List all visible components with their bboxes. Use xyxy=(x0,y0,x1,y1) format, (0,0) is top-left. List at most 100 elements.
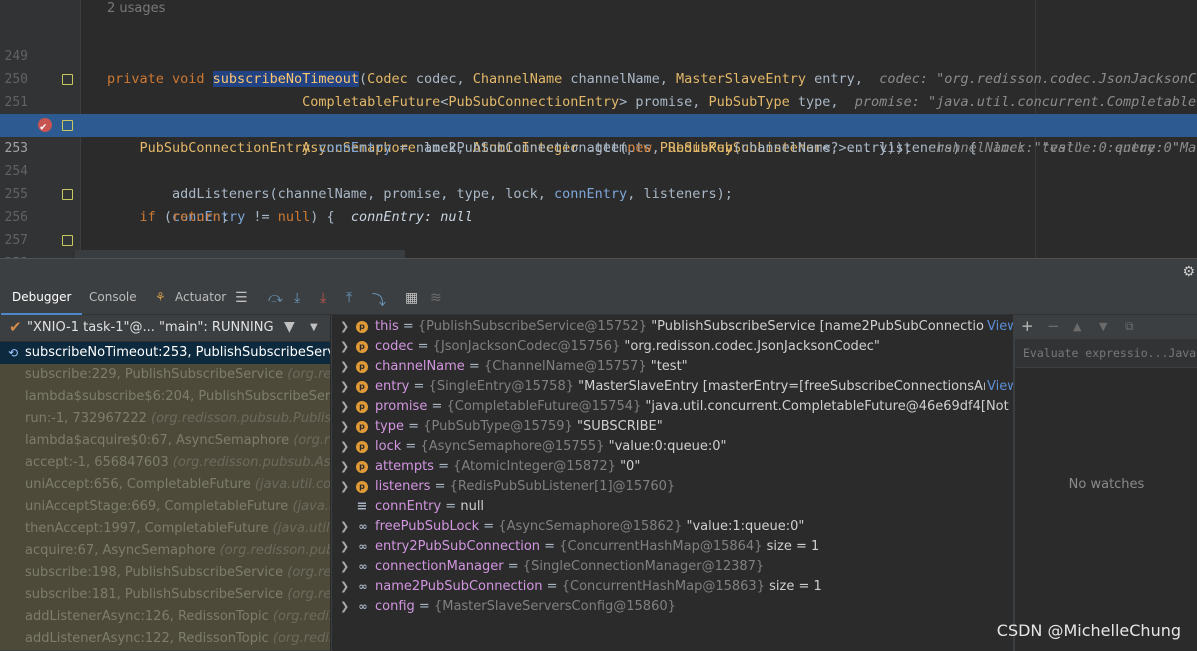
expand-chevron-icon[interactable]: ❯ xyxy=(340,477,349,497)
expand-chevron-icon[interactable]: ❯ xyxy=(340,517,349,537)
stack-frame[interactable]: subscribe:198, PublishSubscribeService (… xyxy=(0,562,330,584)
tab-actuator[interactable]: Actuator xyxy=(175,290,226,304)
expand-chevron-icon[interactable]: ❯ xyxy=(340,577,349,597)
chevron-down-icon[interactable]: ▼ xyxy=(310,322,318,333)
variable-name: connEntry xyxy=(375,499,442,514)
stack-frame[interactable]: accept:-1, 656847603 (org.redisson.pubsu… xyxy=(0,452,330,474)
expand-chevron-icon[interactable]: ❯ xyxy=(340,537,349,557)
parameter-icon: p xyxy=(356,461,368,473)
variable-row[interactable]: ≡ connEntry = null xyxy=(332,497,1013,517)
thread-selector[interactable]: ✔ "XNIO-1 task-1"@... "main": RUNNING ▼ … xyxy=(0,315,330,342)
view-link[interactable]: View xyxy=(985,317,1013,337)
step-into-icon[interactable]: ⤓ xyxy=(320,290,326,306)
code-line[interactable]: 258 freePubSubLock.acquire(() -> { xyxy=(0,229,1197,258)
fold-icon[interactable] xyxy=(62,74,73,85)
move-up-icon[interactable]: ▲ xyxy=(1073,320,1081,333)
settings-gear-icon[interactable]: ⚙ xyxy=(1182,264,1195,280)
horizontal-scrollbar[interactable] xyxy=(75,250,405,258)
stack-frame[interactable]: thenAccept:1997, CompletableFuture (java… xyxy=(0,518,330,540)
evaluate-expression-icon[interactable]: ▦ xyxy=(405,290,418,306)
expand-chevron-icon[interactable]: ❯ xyxy=(340,397,349,417)
stack-frame[interactable]: subscribe:229, PublishSubscribeService (… xyxy=(0,364,330,386)
stack-frame[interactable]: acquire:67, AsyncSemaphore (org.redisson… xyxy=(0,540,330,562)
code-line[interactable]: 249 private void subscribeNoTimeout(Code… xyxy=(0,22,1197,87)
stack-frame[interactable]: addListenerAsync:122, RedissonTopic (org… xyxy=(0,628,330,650)
stack-frame[interactable]: uniAccept:656, CompletableFuture (java.u… xyxy=(0,474,330,496)
expand-chevron-icon[interactable]: ❯ xyxy=(340,417,349,437)
code-line[interactable]: 256 } xyxy=(0,183,1197,258)
frame-method: addListenerAsync:122, RedissonTopic xyxy=(25,631,269,646)
code-line[interactable]: 255 return; xyxy=(0,160,1197,225)
tab-debugger[interactable]: Debugger xyxy=(0,290,83,316)
tab-console[interactable]: Console xyxy=(89,290,137,304)
code-line[interactable]: 251 AsyncSemaphore lock, AtomicInteger a… xyxy=(0,68,1197,156)
code-line[interactable]: 257 xyxy=(0,206,1197,248)
variable-row[interactable]: ❯ ∞ entry2PubSubConnection = {ConcurrentHa… xyxy=(332,537,1013,557)
frame-package: (org.redisson.pubsub) xyxy=(293,433,330,448)
run-to-cursor-icon[interactable]: ⤵ xyxy=(372,290,386,310)
step-over-icon[interactable]: ⤓ xyxy=(294,290,300,306)
variable-row[interactable]: ❯ ∞ freePubSubLock = {AsyncSemaphore@15862… xyxy=(332,517,1013,537)
add-watch-icon[interactable]: + xyxy=(1021,317,1034,335)
duplicate-watch-icon[interactable]: ⧉ xyxy=(1125,319,1134,334)
expand-chevron-icon[interactable]: ❯ xyxy=(340,357,349,377)
view-link[interactable]: View xyxy=(985,377,1013,397)
variable-row[interactable]: ❯ p attempts = {AtomicInteger@15872} "0" xyxy=(332,457,1013,477)
frame-package: (org.redisson.pubsub) xyxy=(219,543,330,558)
field-watch-icon: ∞ xyxy=(358,600,368,613)
watches-toolbar: + − ▲ ▼ ⧉ xyxy=(1015,315,1197,339)
variable-row[interactable]: ❯ ∞ config = {MasterSlaveServersConfig@158… xyxy=(332,597,1013,617)
code-line[interactable]: 254 addListeners(channelName, promise, t… xyxy=(0,137,1197,202)
breakpoint-icon[interactable] xyxy=(38,115,52,138)
variable-row[interactable]: ❯ ∞ connectionManager = {SingleConnectionM… xyxy=(332,557,1013,577)
no-watches-text: No watches xyxy=(1068,477,1145,492)
variable-type: {JsonJacksonCodec@15756} xyxy=(432,339,621,354)
evaluate-expression-input[interactable]: Evaluate expressio...Java xyxy=(1015,339,1197,368)
stack-frame[interactable]: uniAcceptStage:669, CompletableFuture (j… xyxy=(0,496,330,518)
stack-frame[interactable]: ⟲ subscribeNoTimeout:253, PublishSubscrib… xyxy=(0,342,330,364)
usages-hint[interactable]: 2 usages xyxy=(107,1,165,16)
show-execution-point-icon[interactable]: ⤼ xyxy=(268,290,283,306)
remove-watch-icon[interactable]: − xyxy=(1047,317,1060,335)
stack-frame[interactable]: run:-1, 732967222 (org.redisson.pubsub.P… xyxy=(0,408,330,430)
step-out-icon[interactable]: ⤒ xyxy=(346,290,352,306)
fold-icon[interactable] xyxy=(62,120,73,131)
variable-row[interactable]: ❯ p this = {PublishSubscribeService@15752}… xyxy=(332,317,1013,337)
variable-row[interactable]: ❯ p entry = {SingleEntry@15758} "MasterSla… xyxy=(332,377,1013,397)
expand-chevron-icon[interactable]: ❯ xyxy=(340,437,349,457)
expand-chevron-icon[interactable]: ❯ xyxy=(340,337,349,357)
variable-type: {MasterSlaveServersConfig@15860} xyxy=(433,599,676,614)
variable-row[interactable]: ❯ p type = {PubSubType@15759} "SUBSCRIBE" xyxy=(332,417,1013,437)
field-watch-icon: ∞ xyxy=(358,560,368,573)
stack-frame[interactable]: addListenerAsync:126, RedissonTopic (org… xyxy=(0,606,330,628)
move-down-icon[interactable]: ▼ xyxy=(1099,320,1107,333)
expand-chevron-icon[interactable]: ❯ xyxy=(340,377,349,397)
variable-row[interactable]: ❯ p promise = {CompletableFuture@15754} "j… xyxy=(332,397,1013,417)
filter-icon[interactable]: ▼ xyxy=(284,319,295,335)
expand-chevron-icon[interactable]: ❯ xyxy=(340,597,349,617)
variable-name: codec xyxy=(375,339,414,354)
frame-method: uniAccept:656, CompletableFuture xyxy=(25,477,251,492)
expand-chevron-icon[interactable]: ❯ xyxy=(340,557,349,577)
variable-value: "org.redisson.codec.JsonJacksonCodec" xyxy=(624,339,880,354)
code-line[interactable]: 250 CompletableFuture<PubSubConnectionEn… xyxy=(0,45,1197,110)
variable-row[interactable]: ❯ p channelName = {ChannelName@15757} "tes… xyxy=(332,357,1013,377)
frames-panel: ✔ "XNIO-1 task-1"@... "main": RUNNING ▼ … xyxy=(0,315,331,651)
variable-row[interactable]: ❯ p listeners = {RedisPubSubListener[1]@15… xyxy=(332,477,1013,497)
expand-chevron-icon[interactable]: ❯ xyxy=(340,317,349,337)
code-line[interactable]: 252 PubSubConnectionEntry connEntry = na… xyxy=(0,91,1197,156)
current-execution-line[interactable]: 253 if (connEntry != null) { connEntry: … xyxy=(0,114,1197,225)
trace-icon[interactable]: ≋ xyxy=(430,290,442,306)
stack-frame[interactable]: subscribe:181, PublishSubscribeService (… xyxy=(0,584,330,606)
stack-frame[interactable]: lambda$acquire$0:67, AsyncSemaphore (org… xyxy=(0,430,330,452)
parameter-icon: p xyxy=(356,381,368,393)
fold-icon[interactable] xyxy=(62,235,73,246)
variable-row[interactable]: ❯ ∞ name2PubSubConnection = {ConcurrentHas… xyxy=(332,577,1013,597)
fold-icon[interactable] xyxy=(62,189,73,200)
stack-frame[interactable]: lambda$subscribe$6:204, PublishSubscribe… xyxy=(0,386,330,408)
code-editor[interactable]: 2 usages 249 private void subscribeNoTim… xyxy=(0,0,1197,258)
expand-chevron-icon[interactable]: ❯ xyxy=(340,457,349,477)
variable-row[interactable]: ❯ p codec = {JsonJacksonCodec@15756} "org.… xyxy=(332,337,1013,357)
menu-lines-icon[interactable]: ☰ xyxy=(235,290,248,306)
variable-row[interactable]: ❯ p lock = {AsyncSemaphore@15755} "value:0… xyxy=(332,437,1013,457)
